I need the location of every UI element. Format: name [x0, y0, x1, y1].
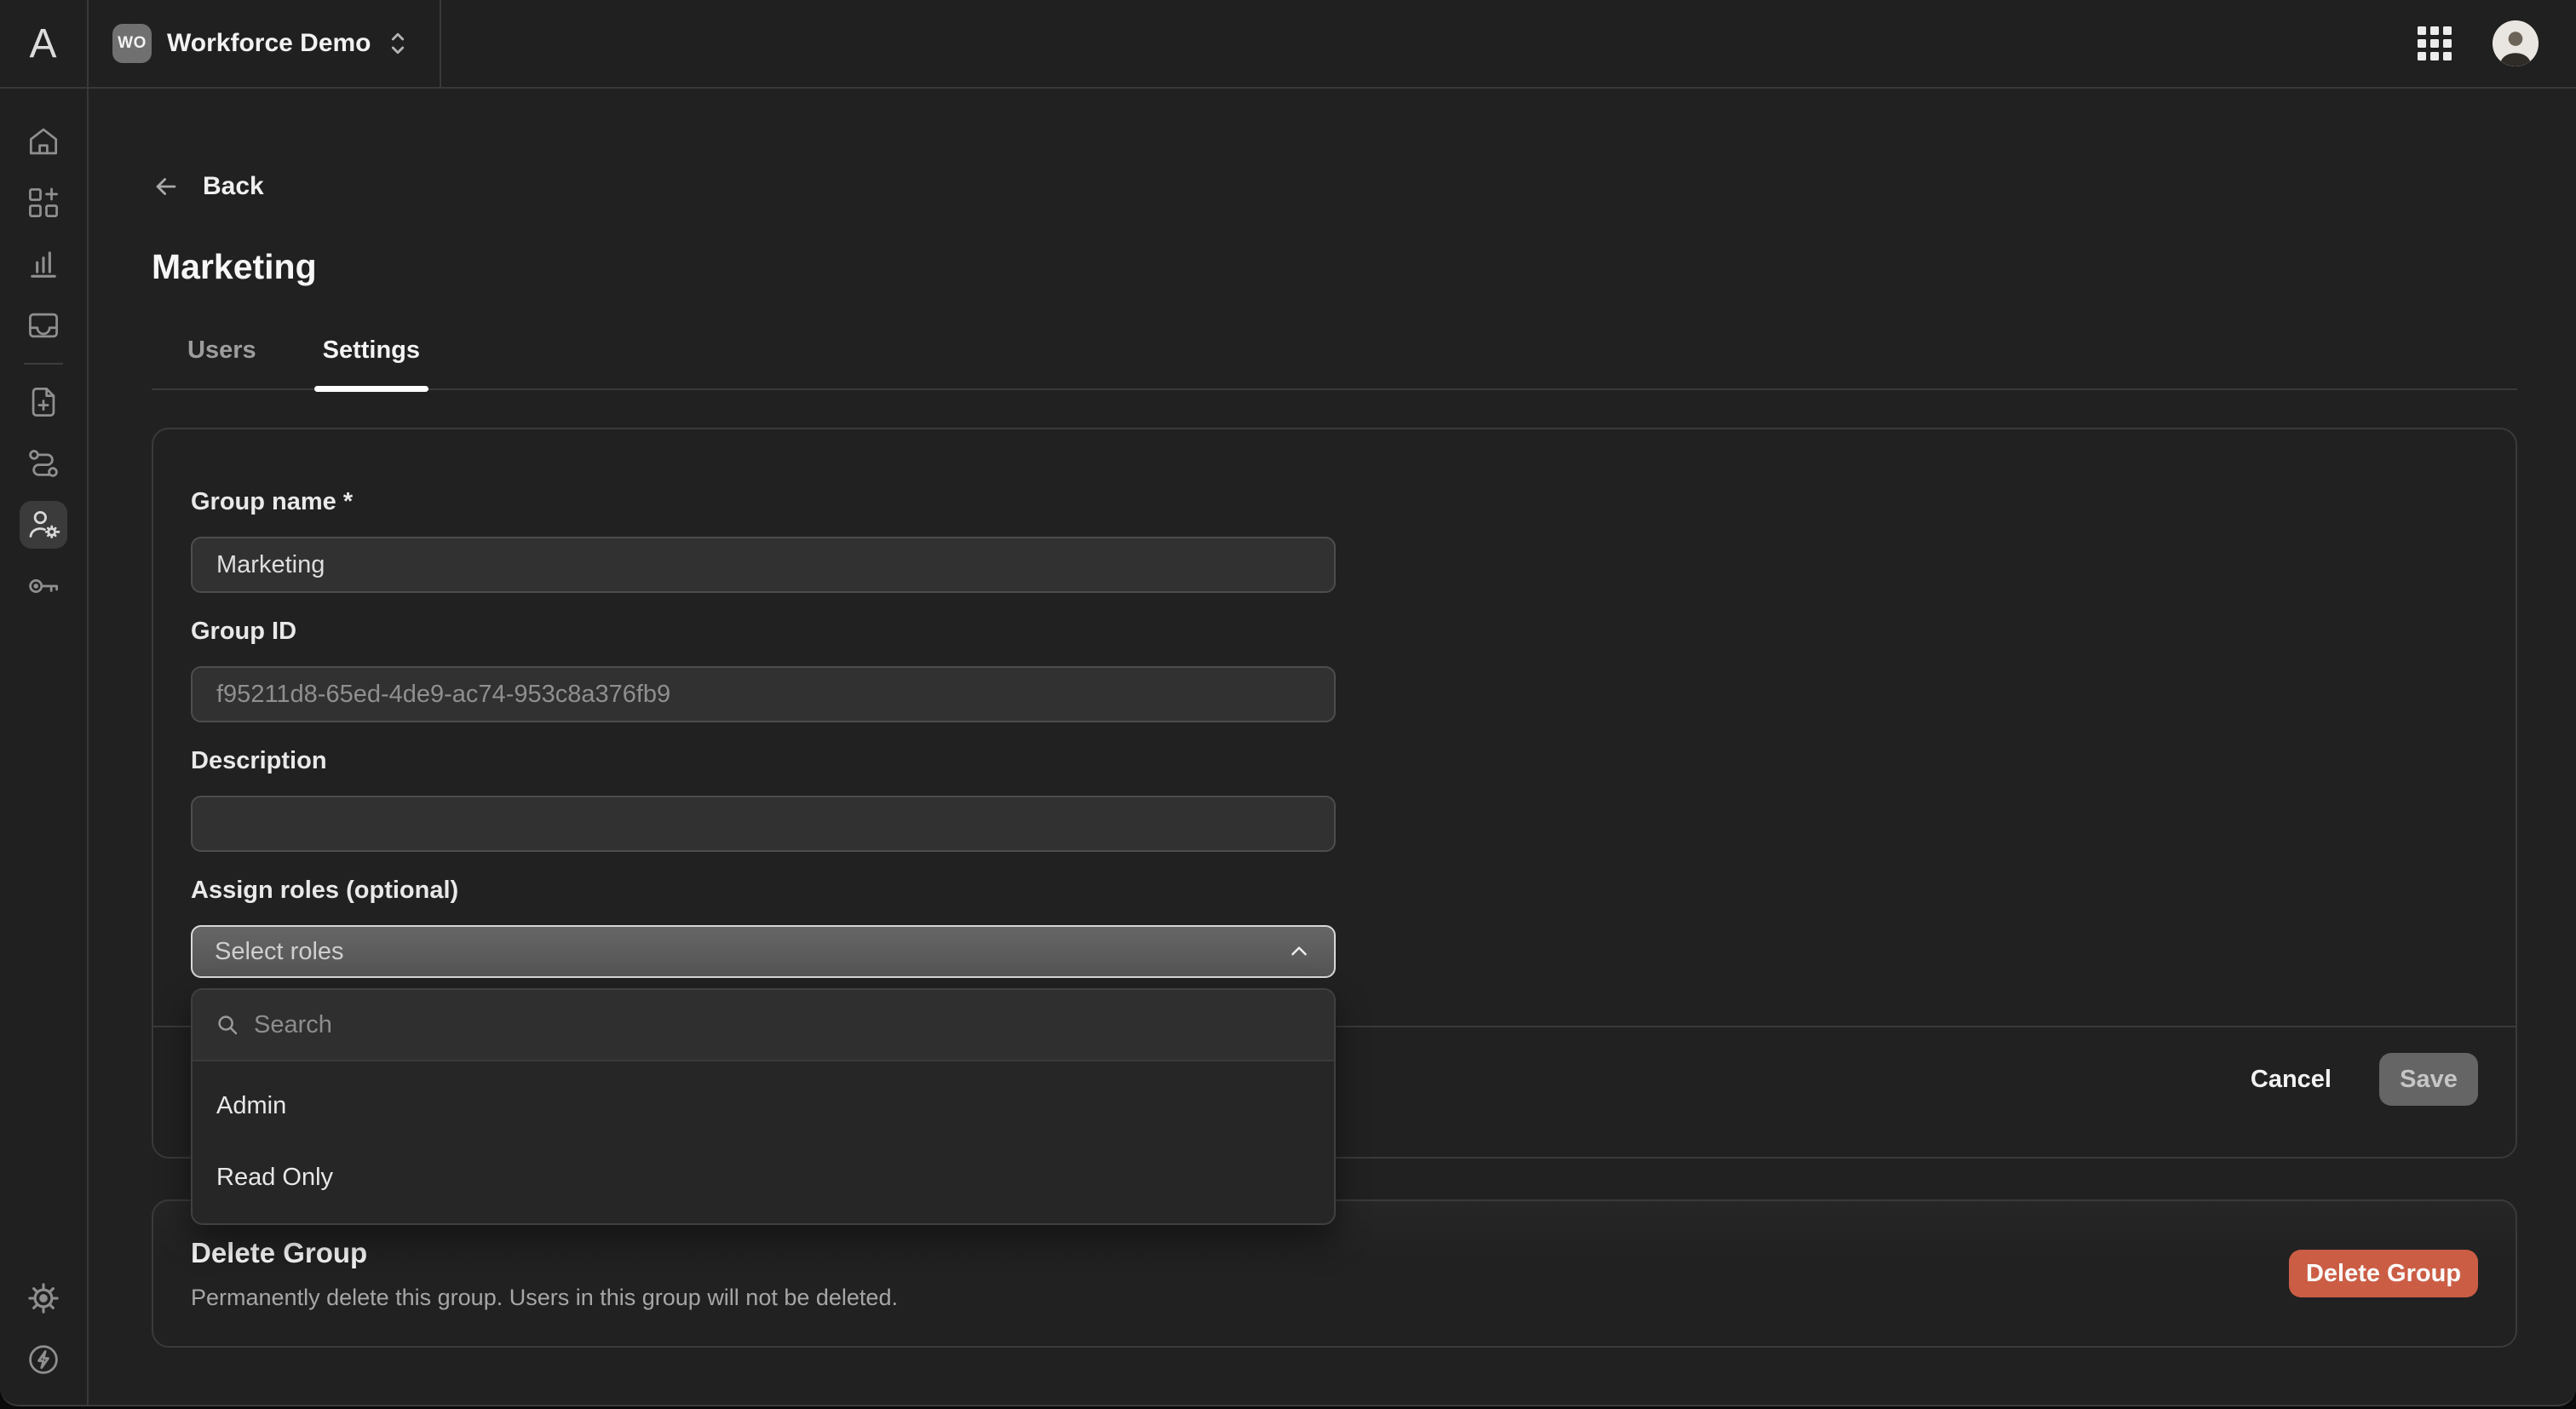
topbar-spacer	[441, 0, 2418, 87]
apps-grid-icon[interactable]	[2418, 26, 2452, 60]
sidebar	[0, 89, 89, 1405]
delete-group-text: Delete Group Permanently delete this gro…	[191, 1237, 898, 1311]
settings-gear-icon	[25, 1280, 62, 1317]
app-logo[interactable]: A	[0, 0, 89, 87]
sidebar-divider	[24, 363, 63, 365]
group-name-input[interactable]	[191, 537, 1336, 593]
sidebar-item-new-document[interactable]	[20, 378, 67, 426]
logo-a-icon: A	[29, 20, 57, 67]
bolt-circle-icon	[25, 1341, 62, 1378]
sidebar-item-groups[interactable]	[20, 501, 67, 549]
user-gear-icon	[25, 506, 62, 543]
description-input[interactable]	[191, 796, 1336, 852]
group-id-input	[191, 666, 1336, 722]
roles-select[interactable]: Select roles	[191, 925, 1336, 978]
group-settings-card: Group name * Group ID Description Assign…	[152, 428, 2517, 1159]
topbar: A WO Workforce Demo	[0, 0, 2576, 89]
save-button[interactable]: Save	[2379, 1053, 2478, 1106]
group-id-label: Group ID	[191, 618, 2478, 644]
home-icon	[25, 123, 62, 160]
roles-search-input[interactable]	[254, 1011, 1312, 1039]
cancel-button[interactable]: Cancel	[2251, 1053, 2332, 1106]
sidebar-item-routes[interactable]	[20, 440, 67, 487]
org-badge: WO	[112, 24, 152, 63]
tab-settings[interactable]: Settings	[323, 336, 420, 388]
search-icon	[215, 1012, 240, 1038]
sidebar-item-components[interactable]	[20, 179, 67, 227]
analytics-icon	[25, 245, 62, 283]
group-name-label: Group name *	[191, 489, 2478, 515]
chevron-up-icon	[1286, 939, 1312, 964]
inbox-icon	[25, 307, 62, 344]
description-label: Description	[191, 748, 2478, 774]
roles-select-wrap: Select roles	[191, 925, 1336, 978]
route-icon	[25, 445, 62, 482]
org-switcher[interactable]: WO Workforce Demo	[89, 0, 441, 87]
app-window: A WO Workforce Demo	[0, 0, 2576, 1406]
main-content: Back Marketing Users Settings Group name…	[90, 90, 2576, 1405]
arrow-left-icon	[152, 172, 181, 201]
sidebar-item-analytics[interactable]	[20, 240, 67, 288]
org-name: Workforce Demo	[167, 29, 371, 58]
key-icon	[25, 567, 62, 605]
role-option-read-only[interactable]: Read Only	[193, 1142, 1334, 1213]
sidebar-item-status[interactable]	[20, 1336, 67, 1383]
roles-search-row	[193, 990, 1334, 1061]
delete-group-button[interactable]: Delete Group	[2289, 1250, 2478, 1297]
roles-options: Admin Read Only	[193, 1061, 1334, 1223]
chevron-updown-icon	[387, 26, 409, 60]
back-button[interactable]: Back	[152, 172, 264, 201]
user-avatar[interactable]	[2493, 20, 2539, 66]
assign-roles-label: Assign roles (optional)	[191, 877, 2478, 903]
sidebar-item-api-keys[interactable]	[20, 562, 67, 610]
back-label: Back	[203, 172, 264, 201]
group-settings-form: Group name * Group ID Description Assign…	[153, 429, 2516, 978]
sidebar-item-settings[interactable]	[20, 1274, 67, 1322]
tab-users[interactable]: Users	[187, 336, 256, 388]
delete-group-title: Delete Group	[191, 1237, 898, 1269]
apps-add-icon	[25, 184, 62, 221]
topbar-actions	[2418, 0, 2576, 87]
role-option-admin[interactable]: Admin	[193, 1070, 1334, 1142]
roles-select-placeholder: Select roles	[215, 938, 344, 966]
sidebar-bottom	[20, 1274, 67, 1383]
tab-bar: Users Settings	[152, 336, 2517, 390]
file-plus-icon	[25, 383, 62, 421]
sidebar-item-inbox[interactable]	[20, 302, 67, 349]
page-title: Marketing	[152, 247, 2517, 287]
roles-dropdown: Admin Read Only	[191, 988, 1336, 1225]
sidebar-item-home[interactable]	[20, 118, 67, 165]
delete-group-description: Permanently delete this group. Users in …	[191, 1285, 898, 1311]
